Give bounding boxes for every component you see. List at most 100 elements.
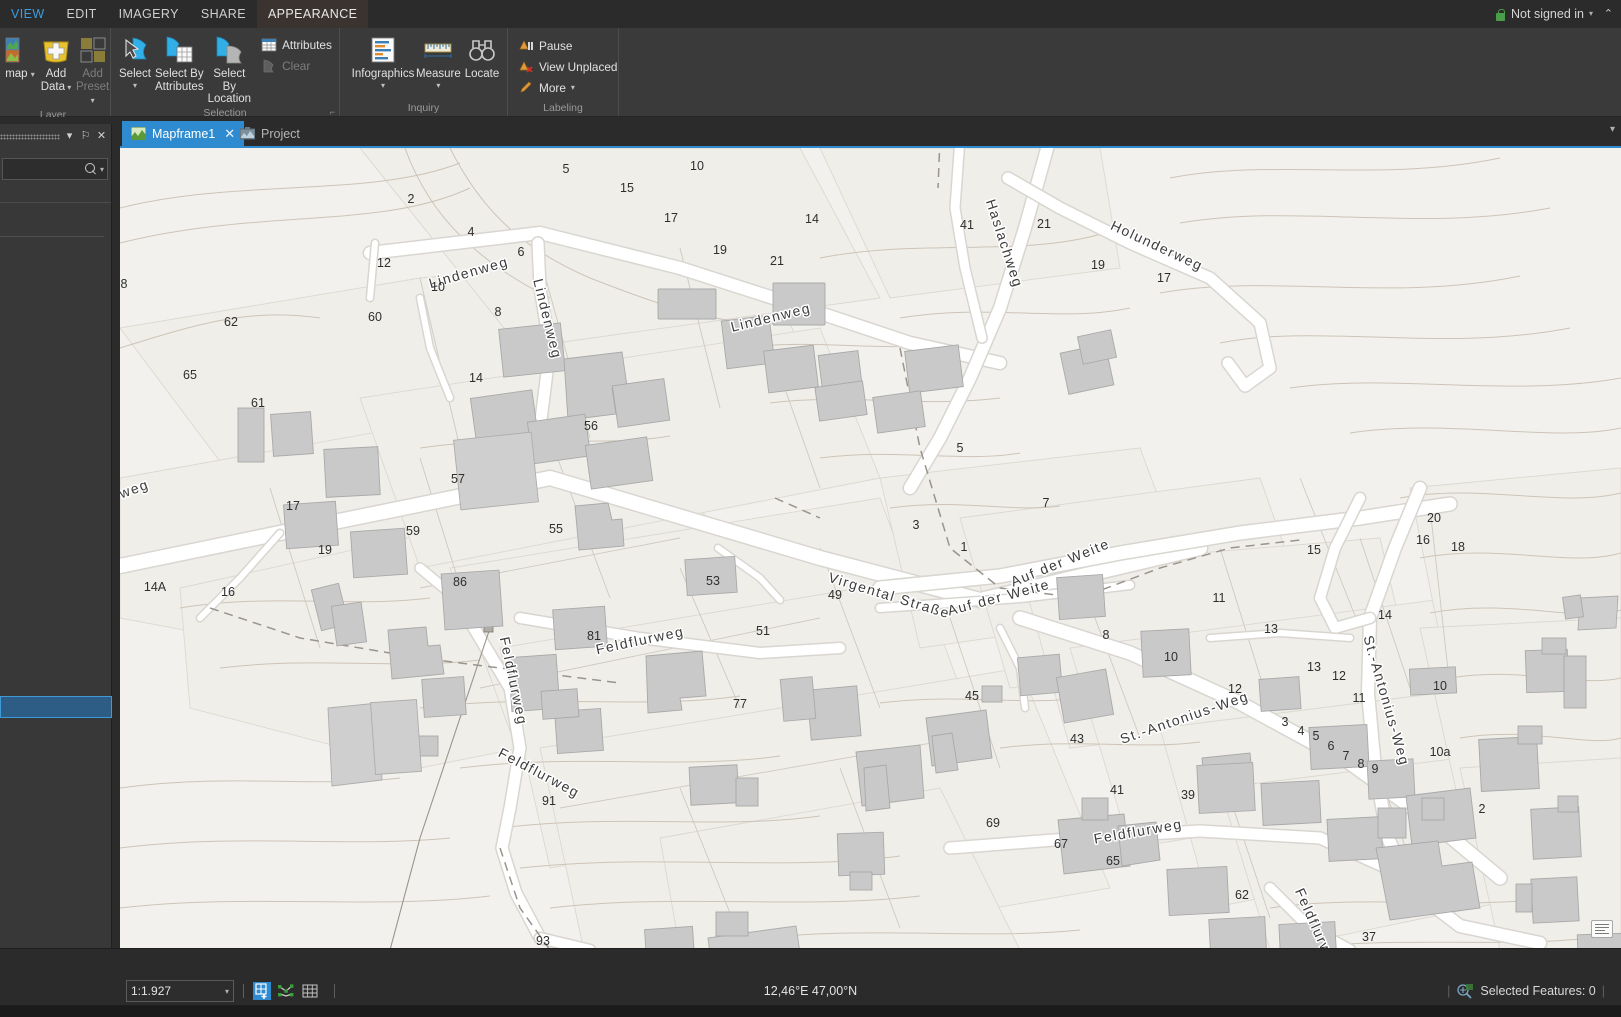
view-tab-project[interactable]: Project <box>231 121 309 146</box>
measure-button[interactable]: Measure ▾ <box>414 32 463 92</box>
ribbon-tab-bar: VIEW EDIT IMAGERY SHARE APPEARANCE Not s… <box>0 0 1621 28</box>
clear-selection-button[interactable]: Clear <box>257 55 336 76</box>
ribbon-tab-appearance[interactable]: APPEARANCE <box>256 0 369 28</box>
house-number-label: 60 <box>368 310 382 324</box>
view-unplaced-button[interactable]: View Unplaced <box>514 56 621 77</box>
pause-labeling-label: Pause <box>539 38 573 53</box>
view-unplaced-label: View Unplaced <box>539 59 618 74</box>
house-number-label: 53 <box>706 574 720 588</box>
map-scale-caret-icon[interactable]: ▾ <box>225 987 229 996</box>
select-by-attributes-button[interactable]: Select By Attributes <box>153 32 206 93</box>
house-number-label: 17 <box>1157 271 1171 285</box>
house-number-label: 9 <box>1372 762 1379 776</box>
pane-menu-icon[interactable]: ▾ <box>62 129 77 144</box>
view-tab-project-label: Project <box>261 126 300 141</box>
snapping-icon[interactable] <box>253 982 271 1000</box>
account-status[interactable]: Not signed in ▾ <box>1495 0 1593 28</box>
account-label: Not signed in <box>1511 7 1584 21</box>
contents-pane-header: ▾ ⚐ ✕ <box>0 124 111 148</box>
close-pane-icon[interactable]: ✕ <box>94 129 109 144</box>
attributes-button[interactable]: Attributes <box>257 34 336 55</box>
attributes-label: Attributes <box>282 37 332 52</box>
search-options-caret-icon[interactable]: ▾ <box>100 165 104 174</box>
select-by-attributes-icon <box>163 34 195 66</box>
map-scale-selector[interactable]: 1:1.927 ▾ <box>126 980 234 1002</box>
ribbon-group-inquiry: Infographics ▾ Measure ▾ Locate Inquiry <box>340 28 508 116</box>
house-number-label: 14 <box>805 212 819 226</box>
house-number-label: 14 <box>1378 608 1392 622</box>
add-data-button[interactable]: Add Data ▾ <box>38 32 74 94</box>
house-number-label: 1 <box>961 540 968 554</box>
locate-icon <box>466 34 498 66</box>
house-number-label: 8 <box>1103 628 1110 642</box>
infographics-icon <box>367 34 399 66</box>
add-preset-button[interactable]: Add Preset ▾ <box>74 32 111 108</box>
house-number-label: 49 <box>828 588 842 602</box>
status-bar: 1:1.927 ▾ 12,46°E 47,00°N | Selected Fea… <box>0 948 1621 1017</box>
contents-pane: ▾ ⚐ ✕ ▾ <box>0 124 112 956</box>
house-number-label: 7 <box>1343 749 1350 763</box>
more-labeling-caret-icon[interactable]: ▾ <box>571 83 575 92</box>
select-by-location-icon <box>213 34 245 66</box>
pause-labeling-button[interactable]: Pause <box>514 35 621 56</box>
house-number-label: 5 <box>563 162 570 176</box>
select-by-location-button[interactable]: Select By Location <box>206 32 253 106</box>
edit-vertices-icon[interactable] <box>277 982 295 1000</box>
house-number-label: 2 <box>408 192 415 206</box>
contents-selected-layer-row[interactable] <box>0 696 112 718</box>
map-scale-value: 1:1.927 <box>131 984 172 998</box>
view-unplaced-icon <box>518 59 534 75</box>
selected-features-status: | Selected Features: 0 | <box>1447 984 1605 999</box>
contents-search-box[interactable]: ▾ <box>2 158 108 180</box>
house-number-label: 10 <box>1164 650 1178 664</box>
measure-dropdown-caret[interactable]: ▾ <box>436 80 440 93</box>
measure-icon <box>422 34 454 66</box>
house-number-label: 45 <box>965 689 979 703</box>
lock-icon <box>1495 8 1506 21</box>
ribbon-tab-imagery[interactable]: IMAGERY <box>108 0 190 28</box>
house-number-label: 6 <box>518 245 525 259</box>
select-button[interactable]: Select ▾ <box>117 32 153 92</box>
ribbon-group-labeling-title: Labeling <box>543 102 583 114</box>
map-canvas[interactable]: .parcel{fill:#edebe6;stroke:#dcd8d1;stro… <box>120 148 1621 950</box>
collapse-ribbon-button[interactable]: ⌃ <box>1604 0 1613 28</box>
locate-button[interactable]: Locate <box>463 32 502 81</box>
ribbon-tab-share[interactable]: SHARE <box>190 0 257 28</box>
search-icon <box>84 163 97 175</box>
house-number-label: 16 <box>221 585 235 599</box>
clear-label: Clear <box>282 58 311 73</box>
grid-icon[interactable] <box>301 982 319 1000</box>
view-tabs-overflow-icon[interactable]: ▾ <box>1610 124 1615 135</box>
basemap-button[interactable]: map ▾ <box>2 32 38 82</box>
ribbon-tab-view[interactable]: VIEW <box>0 0 56 28</box>
basemap-label: map ▾ <box>5 68 35 80</box>
more-labeling-button[interactable]: More ▾ <box>514 77 621 98</box>
attribute-table-icon[interactable] <box>1591 920 1613 938</box>
house-number-label: 13 <box>1307 660 1321 674</box>
infographics-button[interactable]: Infographics ▾ <box>352 32 414 92</box>
pin-icon[interactable]: ⚐ <box>78 129 93 144</box>
status-divider-1 <box>243 984 244 998</box>
select-dropdown-caret[interactable]: ▾ <box>133 80 137 93</box>
ribbon-tab-edit[interactable]: EDIT <box>56 0 108 28</box>
house-number-label: 4 <box>468 225 475 239</box>
attributes-icon <box>261 37 277 53</box>
house-number-label: 10 <box>690 159 704 173</box>
house-number-label: 77 <box>733 697 747 711</box>
ribbon: map ▾ Add Data ▾ Add Preset ▾ Layer Sele… <box>0 28 1621 121</box>
house-number-label: 3 <box>913 518 920 532</box>
house-number-label: 37 <box>1362 930 1376 944</box>
house-number-label: 17 <box>286 499 300 513</box>
house-number-label: 2 <box>1479 802 1486 816</box>
house-number-label: 61 <box>251 396 265 410</box>
house-number-label: 14A <box>144 580 167 594</box>
house-number-label: 8 <box>121 277 128 291</box>
chevron-down-icon[interactable]: ▾ <box>1589 0 1593 28</box>
view-tab-mapframe1[interactable]: Mapframe1 ✕ <box>122 121 245 146</box>
map-view[interactable]: .parcel{fill:#edebe6;stroke:#dcd8d1;stro… <box>120 146 1621 950</box>
infographics-dropdown-caret[interactable]: ▾ <box>381 80 385 93</box>
select-by-location-label: Select By Location <box>207 68 252 105</box>
house-number-label: 11 <box>1353 691 1366 705</box>
house-number-label: 55 <box>549 522 563 536</box>
house-number-label: 41 <box>960 218 974 232</box>
